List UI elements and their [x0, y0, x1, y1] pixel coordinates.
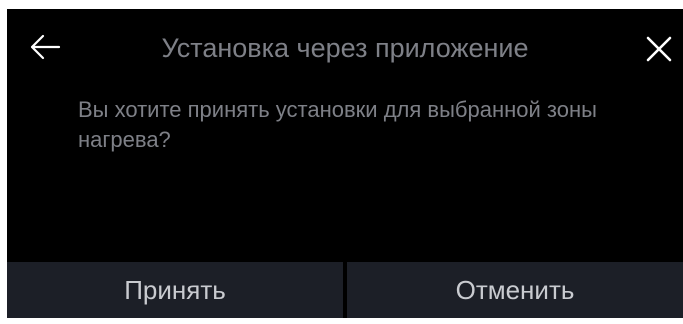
dialog-actions: Принять Отменить — [7, 262, 683, 318]
back-button[interactable] — [25, 27, 65, 67]
close-icon — [646, 36, 672, 62]
dialog-screen: Установка через приложение Вы хотите при… — [7, 9, 683, 318]
cancel-button[interactable]: Отменить — [347, 262, 683, 318]
arrow-left-icon — [30, 34, 61, 60]
dialog-title: Установка через приложение — [161, 33, 529, 63]
close-button[interactable] — [639, 29, 679, 69]
accept-button[interactable]: Принять — [7, 262, 343, 318]
dialog-header: Установка через приложение — [7, 9, 683, 89]
dialog-message: Вы хотите принять установки для выбранно… — [78, 97, 597, 152]
